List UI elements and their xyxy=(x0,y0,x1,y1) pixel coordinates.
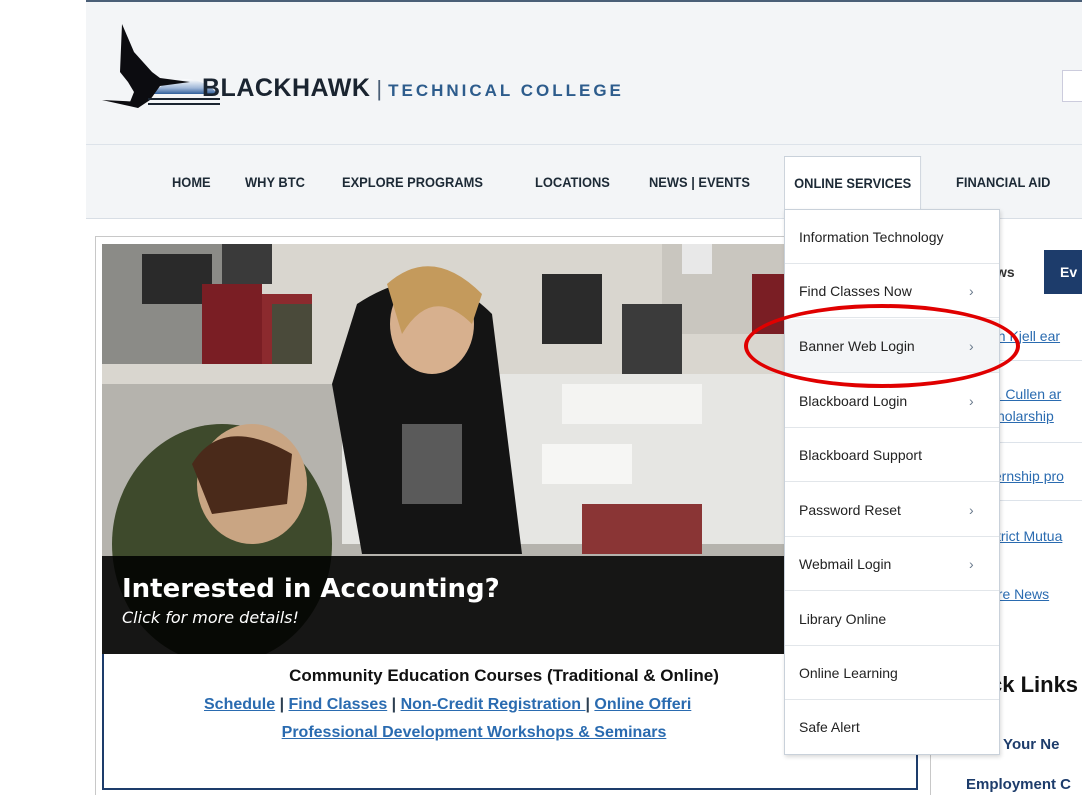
nav-item-news-events[interactable]: NEWS | EVENTS xyxy=(649,156,750,208)
search-input[interactable] xyxy=(1062,70,1082,102)
header-divider xyxy=(86,144,1082,145)
nav-item-explore-programs[interactable]: EXPLORE PROGRAMS xyxy=(342,156,483,208)
nav-item-financial-aid[interactable]: FINANCIAL AID xyxy=(956,156,1050,208)
menu-item-label: Safe Alert xyxy=(799,719,860,735)
tab-events[interactable]: Ev xyxy=(1044,250,1082,294)
menu-item-blackboard-support[interactable]: Blackboard Support xyxy=(785,428,999,482)
news-link[interactable]: ternship pro xyxy=(990,468,1064,484)
brand-subtitle: TECHNICAL COLLEGE xyxy=(388,81,624,100)
nav-item-locations[interactable]: LOCATIONS xyxy=(535,156,610,208)
hero-title: Interested in Accounting? xyxy=(122,574,500,604)
quick-link-item[interactable]: n Your Ne xyxy=(990,736,1059,753)
menu-item-safe-alert[interactable]: Safe Alert xyxy=(785,700,999,754)
quick-links-title: ck Links xyxy=(990,672,1079,697)
chevron-right-icon: › xyxy=(969,502,974,518)
news-divider xyxy=(990,500,1082,501)
menu-item-label: Online Learning xyxy=(799,665,898,681)
find-classes-link[interactable]: Find Classes xyxy=(289,696,388,713)
brand-separator: | xyxy=(376,76,383,101)
menu-item-webmail-login[interactable]: Webmail Login › xyxy=(785,537,999,591)
menu-item-label: Banner Web Login xyxy=(799,338,915,354)
menu-item-library-online[interactable]: Library Online xyxy=(785,592,999,646)
online-offerings-link[interactable]: Online Offeri xyxy=(594,696,691,713)
non-credit-registration-link[interactable]: Non-Credit Registration xyxy=(401,696,586,713)
community-education-title: Community Education Courses (Traditional… xyxy=(289,666,719,685)
menu-item-blackboard-login[interactable]: Blackboard Login › xyxy=(785,374,999,428)
online-services-dropdown: Information Technology Find Classes Now ›… xyxy=(784,209,1000,755)
community-links: Schedule | Find Classes | Non-Credit Reg… xyxy=(204,696,691,714)
menu-item-online-learning[interactable]: Online Learning xyxy=(785,646,999,700)
menu-item-label: Blackboard Login xyxy=(799,393,908,409)
menu-item-label: Blackboard Support xyxy=(799,447,922,463)
nav-item-why-btc[interactable]: WHY BTC xyxy=(245,156,305,208)
nav-item-online-services[interactable]: ONLINE SERVICES xyxy=(784,156,922,210)
professional-development-link[interactable]: Professional Development Workshops & Sem… xyxy=(194,724,754,742)
chevron-right-icon: › xyxy=(969,556,974,572)
schedule-link[interactable]: Schedule xyxy=(204,696,275,713)
menu-item-password-reset[interactable]: Password Reset › xyxy=(785,483,999,537)
link-separator: | xyxy=(387,696,401,713)
menu-item-banner-web-login[interactable]: Banner Web Login › xyxy=(785,319,999,373)
college-logo[interactable]: BLACKHAWK | TECHNICAL COLLEGE xyxy=(100,22,740,132)
news-link[interactable]: P. Cullen ar xyxy=(990,386,1061,402)
hero-subtitle: Click for more details! xyxy=(122,608,299,627)
menu-item-label: Library Online xyxy=(799,611,887,627)
menu-item-label: Find Classes Now xyxy=(799,283,912,299)
news-link[interactable]: strict Mutua xyxy=(990,528,1062,544)
quick-link-item[interactable]: Employment C xyxy=(966,776,1071,793)
nav-item-home[interactable]: HOME xyxy=(172,156,211,208)
menu-item-label: Webmail Login xyxy=(799,556,892,572)
news-divider xyxy=(990,360,1082,361)
link-separator: | xyxy=(275,696,289,713)
menu-item-label: Information Technology xyxy=(799,229,944,245)
chevron-right-icon: › xyxy=(969,283,974,299)
menu-item-label: Password Reset xyxy=(799,502,901,518)
brand-name: BLACKHAWK xyxy=(202,74,371,102)
menu-item-information-technology[interactable]: Information Technology xyxy=(785,210,999,264)
chevron-right-icon: › xyxy=(969,393,974,409)
news-divider xyxy=(990,442,1082,443)
main-nav: HOME WHY BTC EXPLORE PROGRAMS LOCATIONS … xyxy=(86,156,1082,210)
menu-item-find-classes-now[interactable]: Find Classes Now › xyxy=(785,264,999,318)
chevron-right-icon: › xyxy=(969,338,974,354)
news-link[interactable]: an Kjell ear xyxy=(990,328,1060,344)
